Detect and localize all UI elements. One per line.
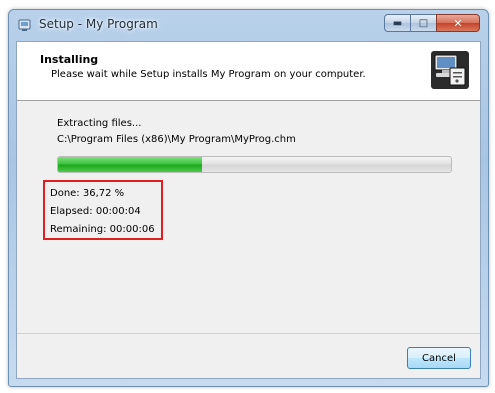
progress-stats-box: Done: 36,72 % Elapsed: 00:00:04 Remainin…: [43, 180, 163, 240]
status-text: Extracting files...: [57, 118, 142, 129]
window-title: Setup - My Program: [39, 17, 158, 31]
wizard-header: Installing Please wait while Setup insta…: [17, 42, 480, 101]
caption-buttons: ▬ □ ✕: [384, 14, 480, 34]
close-button[interactable]: ✕: [436, 14, 480, 32]
footer-divider: [17, 333, 480, 334]
wizard-body: Installing Please wait while Setup insta…: [16, 41, 481, 379]
setup-window: Setup - My Program ▬ □ ✕ Installing Plea…: [8, 9, 489, 387]
computer-install-icon: [428, 48, 472, 92]
done-percent: Done: 36,72 %: [50, 188, 125, 199]
remaining-time: Remaining: 00:00:06: [50, 224, 155, 235]
maximize-icon: □: [418, 17, 429, 29]
cancel-button[interactable]: Cancel: [407, 347, 471, 369]
page-subtitle: Please wait while Setup installs My Prog…: [51, 69, 366, 80]
page-title: Installing: [40, 53, 99, 66]
current-file-path: C:\Program Files (x86)\My Program\MyProg…: [57, 134, 296, 145]
minimize-button[interactable]: ▬: [384, 14, 411, 32]
maximize-button[interactable]: □: [410, 14, 437, 32]
title-bar[interactable]: Setup - My Program ▬ □ ✕: [9, 10, 488, 40]
close-icon: ✕: [453, 16, 463, 30]
elapsed-time: Elapsed: 00:00:04: [50, 206, 141, 217]
minimize-icon: ▬: [392, 17, 403, 29]
progress-fill: [58, 157, 203, 172]
setup-app-icon: [18, 19, 31, 31]
install-progress-bar: [57, 156, 452, 173]
